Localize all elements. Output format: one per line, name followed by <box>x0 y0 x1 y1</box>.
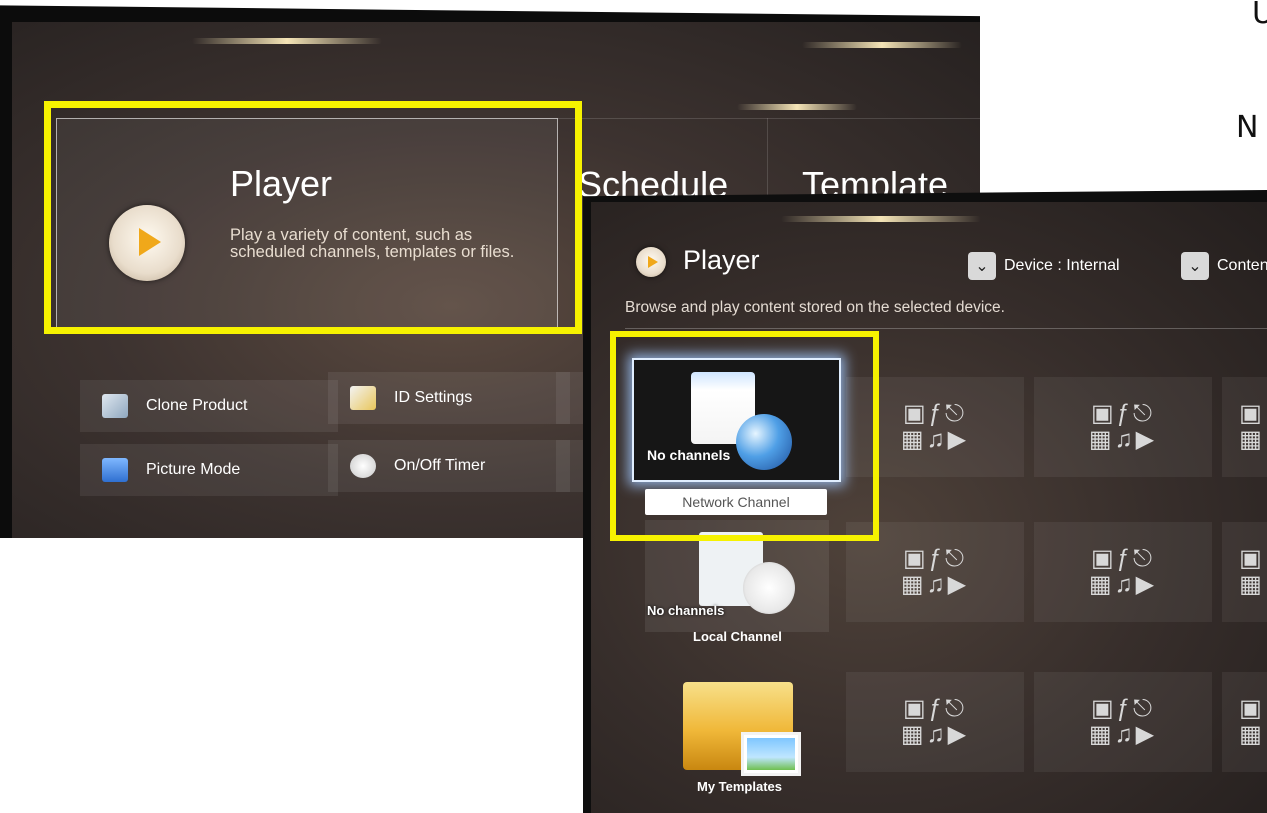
media-placeholder-tile[interactable]: ▣ƒ⎋ ▦♫▶ <box>1034 672 1212 772</box>
id-settings-label: ID Settings <box>394 389 473 406</box>
chevron-down-icon: ⌄ <box>968 252 996 280</box>
player-screen-title: Player <box>683 245 760 275</box>
photo-icon: ▣ <box>1239 545 1265 572</box>
slideshow-music-video-icons: ▦♫▶ <box>900 571 970 598</box>
slideshow-music-video-icons: ▦♫▶ <box>1088 721 1158 748</box>
on-off-timer-button[interactable]: On/Off Timer <box>328 440 570 492</box>
media-placeholder-tile[interactable]: ▣ ▦ <box>1222 377 1267 477</box>
photo-flash-usb-icons: ▣ƒ⎋ <box>1090 400 1155 427</box>
photo-flash-usb-icons: ▣ƒ⎋ <box>902 545 967 572</box>
yellow-highlight-box <box>610 331 879 541</box>
local-channel-label: Local Channel <box>693 629 782 644</box>
photo-icon: ▣ <box>1239 695 1265 722</box>
media-placeholder-tile[interactable]: ▣ ▦ <box>1222 522 1267 622</box>
chevron-down-icon: ⌄ <box>1181 252 1209 280</box>
header-divider <box>625 328 1267 329</box>
timer-icon <box>350 454 376 478</box>
ceiling-light-reflection <box>781 216 981 222</box>
picture-mode-button[interactable]: Picture Mode <box>80 444 338 496</box>
id-settings-button[interactable]: ID Settings <box>328 372 570 424</box>
slideshow-icon: ▦ <box>1239 721 1265 748</box>
photo-flash-usb-icons: ▣ƒ⎋ <box>1090 545 1155 572</box>
slideshow-icon: ▦ <box>1239 426 1265 453</box>
photo-icon: ▣ <box>1239 400 1265 427</box>
clock-icon <box>743 562 795 614</box>
on-off-timer-label: On/Off Timer <box>394 457 486 474</box>
monitor-icon <box>102 458 128 482</box>
edge-text-n: N <box>1236 110 1259 145</box>
id-badge-icon <box>350 386 376 410</box>
slideshow-music-video-icons: ▦♫▶ <box>900 721 970 748</box>
yellow-highlight-box <box>44 101 582 334</box>
photo-flash-usb-icons: ▣ƒ⎋ <box>902 695 967 722</box>
slideshow-music-video-icons: ▦♫▶ <box>1088 571 1158 598</box>
content-dropdown[interactable]: ⌄ Conten <box>1181 252 1267 280</box>
device-dropdown[interactable]: ⌄ Device : Internal <box>968 252 1120 280</box>
media-placeholder-tile[interactable]: ▣ƒ⎋ ▦♫▶ <box>1034 522 1212 622</box>
slideshow-icon: ▦ <box>1239 571 1265 598</box>
ceiling-light-reflection <box>737 104 857 110</box>
ceiling-light-reflection <box>192 38 382 44</box>
device-dropdown-label: Device : Internal <box>1004 257 1120 274</box>
play-icon <box>636 247 666 277</box>
local-channel-status: No channels <box>647 603 725 618</box>
content-dropdown-label: Conten <box>1217 257 1267 274</box>
photo-flash-usb-icons: ▣ƒ⎋ <box>902 400 967 427</box>
player-screen-subtitle: Browse and play content stored on the se… <box>625 299 1005 316</box>
media-placeholder-tile[interactable]: ▣ƒ⎋ ▦♫▶ <box>1034 377 1212 477</box>
slideshow-music-video-icons: ▦♫▶ <box>1088 426 1158 453</box>
slideshow-music-video-icons: ▦♫▶ <box>900 426 970 453</box>
media-placeholder-tile[interactable]: ▣ƒ⎋ ▦♫▶ <box>846 672 1024 772</box>
ceiling-light-reflection <box>802 42 962 48</box>
clone-product-button[interactable]: Clone Product <box>80 380 338 432</box>
my-templates-label: My Templates <box>697 779 783 794</box>
image-icon <box>741 732 801 776</box>
photo-flash-usb-icons: ▣ƒ⎋ <box>1090 695 1155 722</box>
picture-mode-label: Picture Mode <box>146 461 241 478</box>
edge-text-u: U <box>1252 0 1267 31</box>
clone-product-icon <box>102 394 128 418</box>
clone-product-label: Clone Product <box>146 397 248 414</box>
media-placeholder-tile[interactable]: ▣ ▦ <box>1222 672 1267 772</box>
menu-divider <box>557 118 980 119</box>
